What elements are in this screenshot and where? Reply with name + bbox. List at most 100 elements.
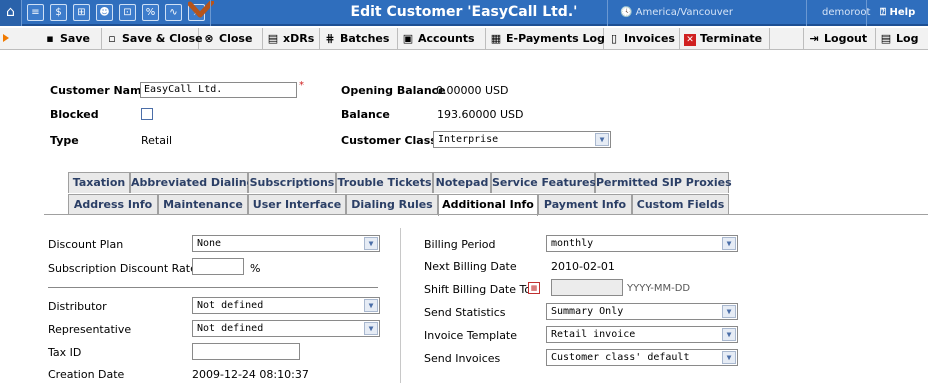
timezone-label[interactable]: 🕓 America/Vancouver	[620, 7, 733, 18]
grid-icon[interactable]: ⊞	[73, 4, 90, 21]
blocked-checkbox[interactable]	[141, 108, 153, 120]
opening-balance-label: Opening Balance	[341, 84, 446, 97]
tab-service-features[interactable]: Service Features	[491, 172, 596, 193]
required-mark: *	[299, 80, 304, 91]
tax-id-label: Tax ID	[48, 346, 82, 359]
invoice-template-select[interactable]: Retail invoice ▼	[546, 326, 738, 343]
customer-class-label: Customer Class	[341, 134, 437, 147]
distributor-select[interactable]: Not defined ▼	[192, 297, 380, 314]
log-icon: ▤	[880, 32, 892, 45]
chevron-down-icon: ▼	[722, 328, 736, 341]
chevron-down-icon: ▼	[722, 351, 736, 364]
epayments-log-button[interactable]: ▦ E-Payments Log	[486, 28, 605, 50]
creation-date-value: 2009-12-24 08:10:37	[192, 368, 309, 381]
tab-panel-border	[44, 214, 928, 215]
chart-icon[interactable]: ∿	[165, 4, 182, 21]
logout-icon: ⇥	[809, 32, 819, 45]
subscription-discount-input[interactable]	[192, 258, 244, 275]
tab-payment-info[interactable]: Payment Info	[538, 194, 632, 215]
invoices-button[interactable]: ▯ Invoices	[604, 28, 680, 50]
percent-sign: %	[250, 262, 261, 275]
chevron-down-icon: ▼	[722, 305, 736, 318]
toolbar-arrow-icon	[3, 34, 9, 42]
customer-name-input[interactable]: EasyCall Ltd.	[140, 82, 297, 98]
list-icon[interactable]: ≡	[27, 4, 44, 21]
tabs-row-2: Address Info Maintenance User Interface …	[0, 194, 928, 216]
send-statistics-label: Send Statistics	[424, 306, 506, 319]
discount-plan-select[interactable]: None ▼	[192, 235, 380, 252]
save-button[interactable]: ▪ Save	[40, 28, 102, 50]
user-name: demoroot	[822, 7, 871, 18]
send-invoices-select[interactable]: Customer class' default ▼	[546, 349, 738, 366]
opening-balance-value: 0.00000 USD	[436, 84, 509, 97]
representative-select[interactable]: Not defined ▼	[192, 320, 380, 337]
floppy-icon: ▪	[46, 32, 54, 45]
tab-subscriptions[interactable]: Subscriptions	[248, 172, 336, 193]
tab-abbreviated-dialing[interactable]: Abbreviated Dialing	[130, 172, 255, 193]
invoice-template-label: Invoice Template	[424, 329, 518, 342]
top-bar: ⌂ ≡ $ ⊞ ☻ ⊡ % ∿ ⌕ Edit Customer 'EasyCal…	[0, 0, 928, 26]
log-button[interactable]: ▤ Log	[876, 28, 928, 50]
tree-icon[interactable]: ⊡	[119, 4, 136, 21]
person-icon[interactable]: ☻	[96, 4, 113, 21]
type-value: Retail	[141, 134, 173, 147]
shift-billing-date-label: Shift Billing Date To	[424, 283, 532, 296]
next-billing-date-label: Next Billing Date	[424, 260, 517, 273]
send-statistics-select[interactable]: Summary Only ▼	[546, 303, 738, 320]
tab-trouble-tickets[interactable]: Trouble Tickets	[336, 172, 433, 193]
batches-icon: ⋕	[325, 32, 335, 45]
xdrs-icon: ▤	[267, 32, 279, 45]
terminate-icon: ✕	[684, 34, 696, 46]
terminate-button[interactable]: ✕ Terminate	[680, 28, 770, 50]
accounts-icon: ▣	[402, 32, 414, 45]
logout-button[interactable]: ⇥ Logout	[804, 28, 876, 50]
rates-icon[interactable]: %	[142, 4, 159, 21]
xdrs-button[interactable]: ▤ xDRs	[263, 28, 320, 50]
billing-period-select[interactable]: monthly ▼	[546, 235, 738, 252]
accounts-button[interactable]: ▣ Accounts	[398, 28, 486, 50]
page-title: Edit Customer 'EasyCall Ltd.'	[350, 4, 578, 20]
next-billing-date-value: 2010-02-01	[551, 260, 615, 273]
balance-value: 193.60000 USD	[437, 108, 524, 121]
help-link[interactable]: ⍰ Help	[880, 7, 915, 18]
date-format-hint: YYYY-MM-DD	[627, 283, 691, 294]
chevron-down-icon: ▼	[722, 237, 736, 250]
tab-notepad[interactable]: Notepad	[433, 172, 491, 193]
column-divider	[400, 228, 401, 383]
tabs-row-1: Taxation Abbreviated Dialing Subscriptio…	[0, 172, 928, 193]
chevron-down-icon: ▼	[364, 299, 378, 312]
save-close-button[interactable]: ▫ Save & Close	[102, 28, 203, 50]
tab-address-info[interactable]: Address Info	[68, 194, 158, 215]
tab-custom-fields[interactable]: Custom Fields	[632, 194, 729, 215]
home-icon[interactable]: ⌂	[0, 0, 22, 26]
billing-period-label: Billing Period	[424, 238, 496, 251]
blocked-label: Blocked	[50, 108, 99, 121]
invoice-icon: ▯	[610, 32, 618, 45]
customer-class-select[interactable]: Interprise ▼	[433, 131, 611, 148]
tab-user-interface[interactable]: User Interface	[248, 194, 346, 215]
send-invoices-label: Send Invoices	[424, 352, 501, 365]
tab-permitted-sip-proxies[interactable]: Permitted SIP Proxies	[595, 172, 732, 193]
tax-id-input[interactable]	[192, 343, 300, 360]
distributor-label: Distributor	[48, 300, 107, 313]
section-divider	[48, 287, 378, 288]
creation-date-label: Creation Date	[48, 368, 125, 381]
tab-maintenance[interactable]: Maintenance	[158, 194, 248, 215]
toolbar: ▪ Save ▫ Save & Close ⊗ Close ▤ xDRs ⋕ Batche…	[0, 28, 928, 50]
tab-dialing-rules[interactable]: Dialing Rules	[346, 194, 438, 215]
dollar-icon[interactable]: $	[50, 4, 67, 21]
customer-name-label: Customer Name	[50, 84, 149, 97]
tab-taxation[interactable]: Taxation	[68, 172, 130, 193]
chevron-down-icon: ▼	[595, 133, 609, 146]
calendar-icon[interactable]: ▦	[528, 282, 540, 294]
batches-button[interactable]: ⋕ Batches	[320, 28, 398, 50]
epayments-icon: ▦	[490, 32, 502, 45]
representative-label: Representative	[48, 323, 132, 336]
shift-billing-date-input[interactable]	[551, 279, 623, 296]
close-button[interactable]: ⊗ Close	[199, 28, 263, 50]
close-icon: ⊗	[204, 32, 214, 45]
chevron-down-icon: ▼	[364, 322, 378, 335]
tab-additional-info[interactable]: Additional Info	[438, 194, 538, 216]
chevron-down-icon: ▼	[364, 237, 378, 250]
type-label: Type	[50, 134, 79, 147]
